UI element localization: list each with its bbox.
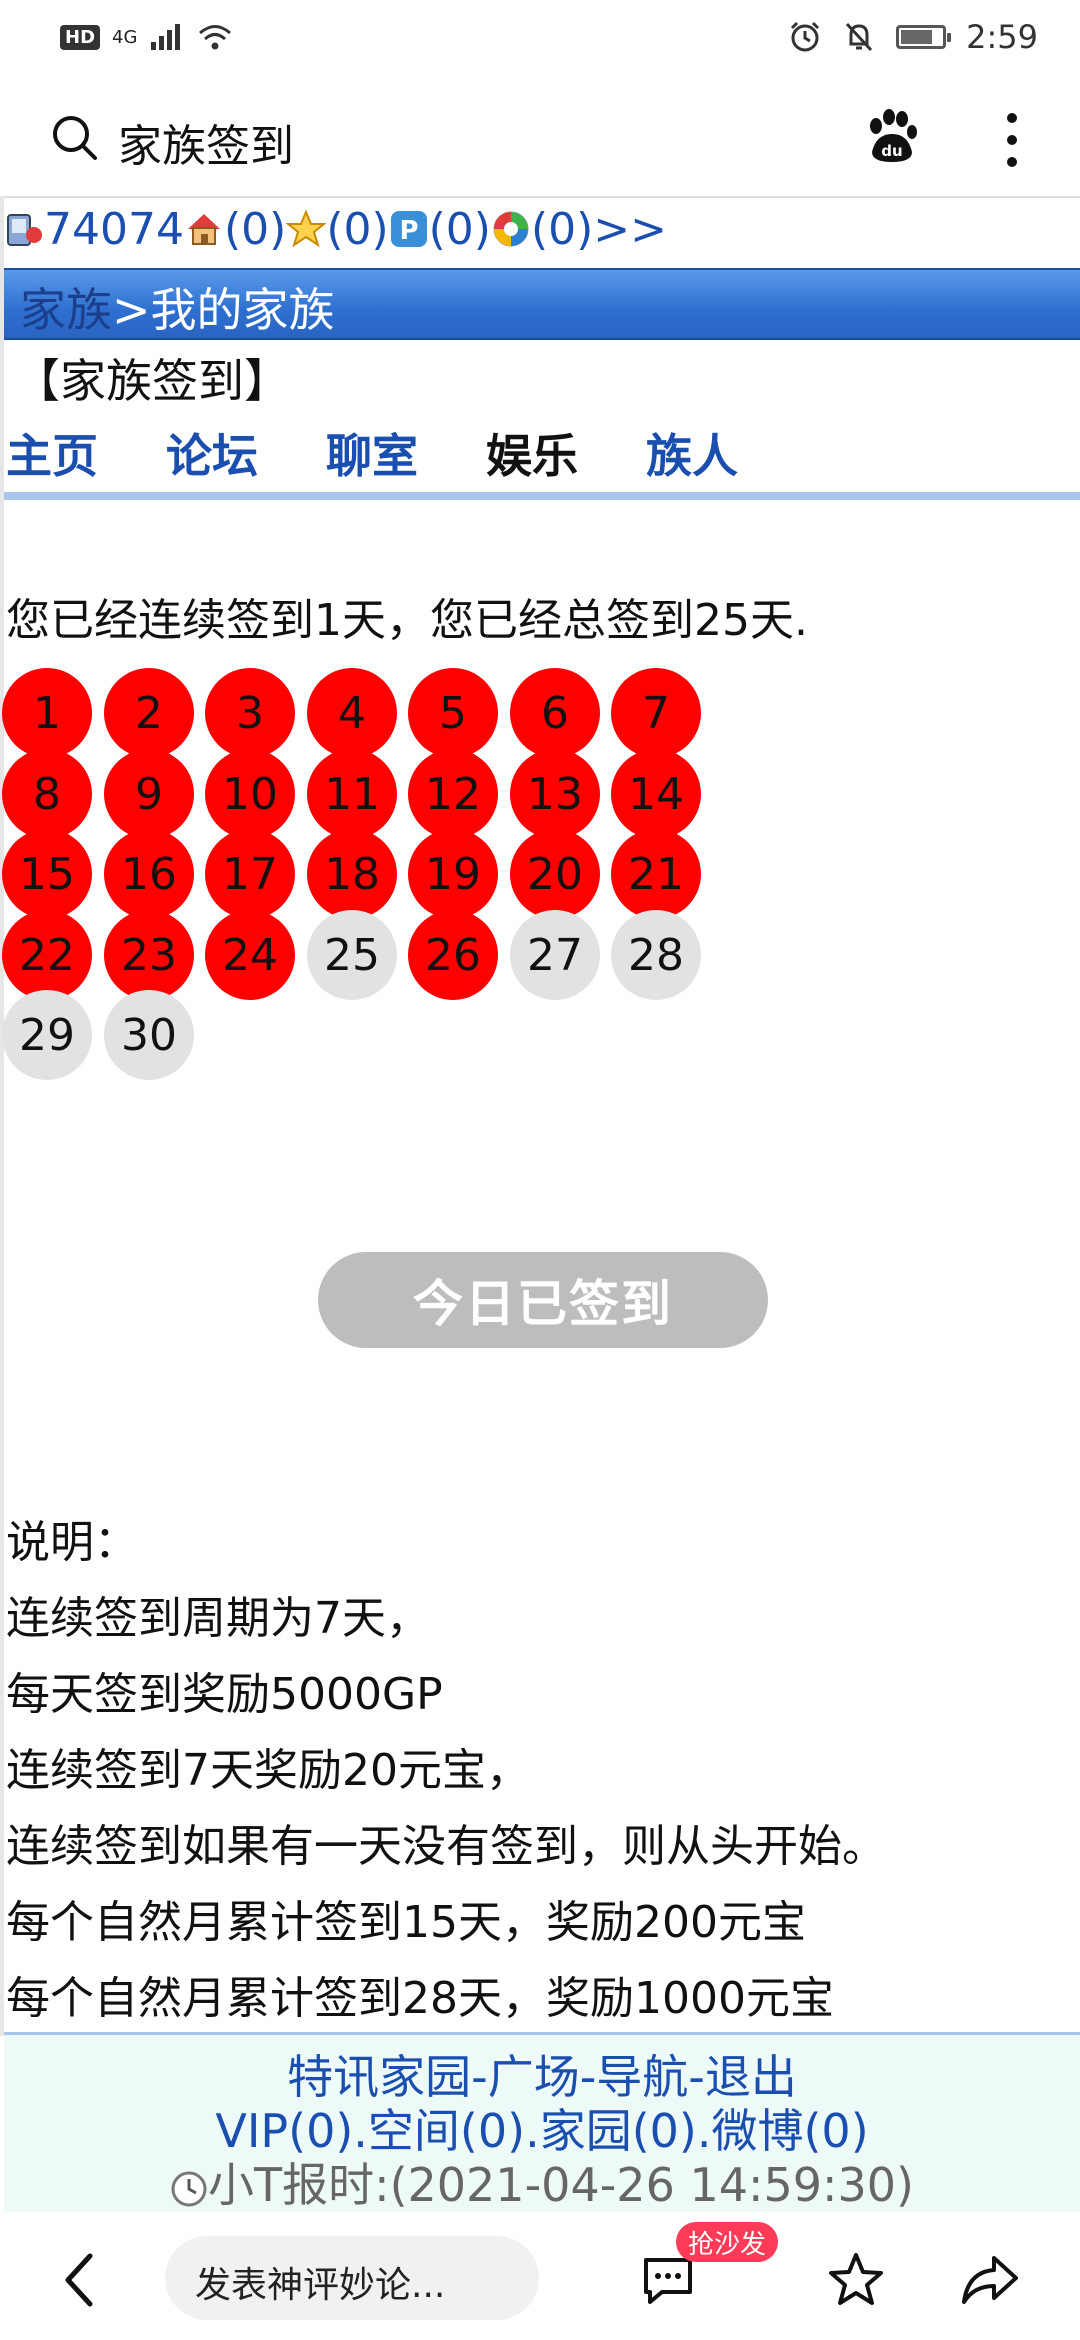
favorite-star-icon[interactable] (826, 2250, 886, 2310)
network-label: 4G (112, 26, 138, 48)
status-right: 2:59 (788, 18, 1038, 56)
day-20-signed: 20 (510, 829, 600, 919)
day-28-unsigned: 28 (611, 910, 701, 1000)
day-18-signed: 18 (307, 829, 397, 919)
svg-text:P: P (399, 216, 418, 246)
bottom-toolbar (0, 2212, 1080, 2340)
more-vertical-icon[interactable] (1000, 110, 1024, 170)
counters-row: 74074 (0) (0) P (0) (0) >> (4, 200, 667, 258)
status-left: HD 4G (60, 22, 233, 52)
page-footer: 特讯家园-广场-导航-退出 VIP(0).空间(0).家园(0).微博(0) 小… (4, 2032, 1080, 2215)
rules-line: 每个自然月累计签到28天，奖励1000元宝 (6, 1973, 834, 2024)
day-16-signed: 16 (104, 829, 194, 919)
checkin-calendar: 1 2 3 4 5 6 7 8 9 10 11 12 13 14 15 16 17 18 19 20 21 22 23 24 2… (2, 668, 1080, 1268)
svg-text:du: du (881, 142, 902, 160)
breadcrumb-bar: 家族>我的家族 (4, 268, 1080, 340)
color-ball-icon[interactable] (491, 209, 531, 249)
rules-text: 说明： 连续签到周期为7天， 每天签到奖励5000GP 连续签到7天奖励20元宝… (6, 1505, 886, 2037)
signal-icon (151, 24, 181, 50)
tab-home[interactable]: 主页 (6, 420, 98, 486)
home-count-link[interactable]: (0) (224, 204, 286, 255)
day-5-signed: 5 (408, 668, 498, 758)
status-bar: HD 4G 2:59 (0, 0, 1080, 80)
mute-bell-icon (846, 22, 873, 52)
day-27-unsigned: 27 (510, 910, 600, 1000)
share-arrow-icon[interactable] (960, 2252, 1020, 2308)
breadcrumb-current: 我的家族 (150, 283, 335, 337)
p-count-link[interactable]: (0) (429, 204, 491, 255)
tabs-underline (4, 492, 1080, 500)
back-arrow-icon[interactable] (60, 2250, 100, 2310)
user-id-link[interactable]: 74074 (44, 204, 184, 255)
top-divider (0, 196, 1080, 198)
rules-line: 每天签到奖励5000GP (6, 1669, 443, 1720)
battery-icon (896, 25, 952, 49)
tab-entertainment[interactable]: 娱乐 (486, 420, 578, 486)
rules-line: 每个自然月累计签到15天，奖励200元宝 (6, 1897, 806, 1948)
day-12-signed: 12 (408, 749, 498, 839)
day-1-signed: 1 (2, 668, 92, 758)
comment-placeholder: 发表神评妙论... (195, 2265, 446, 2306)
tab-chatroom[interactable]: 聊室 (326, 420, 418, 486)
signed-today-button[interactable]: 今日已签到 (318, 1252, 768, 1348)
user-phone-icon[interactable] (4, 209, 44, 249)
day-8-signed: 8 (2, 749, 92, 839)
day-19-signed: 19 (408, 829, 498, 919)
grab-sofa-badge[interactable]: 抢沙发 (676, 2222, 779, 2262)
day-17-signed: 17 (205, 829, 295, 919)
day-23-signed: 23 (104, 910, 194, 1000)
day-6-signed: 6 (510, 668, 600, 758)
star-count-link[interactable]: (0) (326, 204, 388, 255)
day-2-signed: 2 (104, 668, 194, 758)
day-7-signed: 7 (611, 668, 701, 758)
breadcrumb-separator: > (112, 283, 151, 337)
baidu-paw-icon[interactable]: du (862, 108, 920, 166)
alarm-icon (791, 21, 820, 52)
day-3-signed: 3 (205, 668, 295, 758)
section-heading: 【家族签到】 (14, 354, 290, 408)
family-tabs: 主页 论坛 聊室 娱乐 族人 (6, 420, 738, 486)
comment-input[interactable]: 发表神评妙论... (165, 2236, 539, 2320)
time-report-text: 小T报时:(2021-04-26 14:59:30) (207, 2158, 915, 2212)
day-29-unsigned: 29 (2, 990, 92, 1080)
day-15-signed: 15 (2, 829, 92, 919)
ball-count-link[interactable]: (0) (531, 204, 593, 255)
rules-line: 连续签到如果有一天没有签到，则从头开始。 (6, 1821, 886, 1872)
footer-time-report: 小T报时:(2021-04-26 14:59:30) (4, 2149, 1080, 2215)
day-11-signed: 11 (307, 749, 397, 839)
wifi-icon (199, 25, 232, 50)
more-link[interactable]: >> (593, 204, 667, 255)
day-30-unsigned: 30 (104, 990, 194, 1080)
hd-icon: HD (60, 24, 101, 50)
day-4-signed: 4 (307, 668, 397, 758)
clock-time: 2:59 (966, 18, 1038, 56)
search-icon[interactable] (50, 113, 98, 161)
breadcrumb-family-link[interactable]: 家族 (20, 283, 112, 337)
tab-members[interactable]: 族人 (646, 420, 738, 486)
day-22-signed: 22 (2, 910, 92, 1000)
day-21-signed: 21 (611, 829, 701, 919)
clock-icon (171, 2171, 207, 2206)
home-icon[interactable] (184, 209, 224, 249)
tab-forum[interactable]: 论坛 (166, 420, 258, 486)
page-title[interactable]: 家族签到 (118, 110, 294, 174)
day-26-signed: 26 (408, 910, 498, 1000)
day-10-signed: 10 (205, 749, 295, 839)
day-14-signed: 14 (611, 749, 701, 839)
streak-summary: 您已经连续签到1天，您已经总签到25天. (6, 595, 808, 646)
star-badge-icon[interactable] (286, 209, 327, 249)
day-25-unsigned: 25 (307, 910, 397, 1000)
p-badge-icon[interactable]: P (389, 209, 429, 249)
rules-line: 说明： (6, 1517, 138, 1568)
day-24-signed: 24 (205, 910, 295, 1000)
rules-line: 连续签到周期为7天， (6, 1593, 430, 1644)
day-13-signed: 13 (510, 749, 600, 839)
rules-line: 连续签到7天奖励20元宝， (6, 1745, 530, 1796)
breadcrumb: 家族>我的家族 (20, 274, 335, 340)
day-9-signed: 9 (104, 749, 194, 839)
